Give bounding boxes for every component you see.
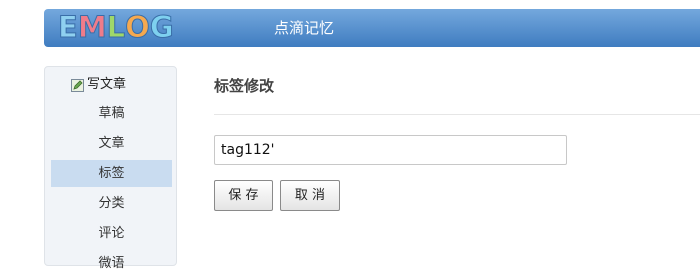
header-bar: EMLOG 点滴记忆 — [44, 9, 700, 47]
tag-name-input[interactable] — [214, 135, 567, 165]
logo-letter-g: G — [149, 10, 174, 44]
page-title: 标签修改 — [214, 77, 275, 95]
save-button[interactable]: 保 存 — [214, 180, 273, 211]
cancel-button[interactable]: 取 消 — [280, 180, 340, 211]
sidebar-item-articles[interactable]: 文章 — [51, 130, 172, 157]
write-article-label: 写文章 — [87, 77, 127, 92]
site-title-link[interactable]: 点滴记忆 — [274, 9, 334, 47]
emlog-logo[interactable]: EMLOG — [58, 10, 175, 44]
logo-letter-o: O — [125, 10, 151, 44]
logo-letter-l: L — [106, 10, 126, 44]
sidebar: 写文章 草稿 文章 标签 分类 评论 微语 — [44, 66, 177, 271]
sidebar-item-drafts[interactable]: 草稿 — [51, 100, 172, 127]
write-article-link[interactable]: 写文章 — [71, 75, 126, 95]
sidebar-item-twitter[interactable]: 微语 — [51, 250, 172, 277]
title-divider — [214, 114, 700, 115]
sidebar-item-comments[interactable]: 评论 — [51, 220, 172, 247]
sidebar-item-categories[interactable]: 分类 — [51, 190, 172, 217]
edit-icon — [71, 78, 84, 92]
logo-letter-e: E — [58, 10, 79, 44]
logo-letter-m: M — [77, 10, 107, 44]
sidebar-item-tags[interactable]: 标签 — [51, 160, 172, 187]
